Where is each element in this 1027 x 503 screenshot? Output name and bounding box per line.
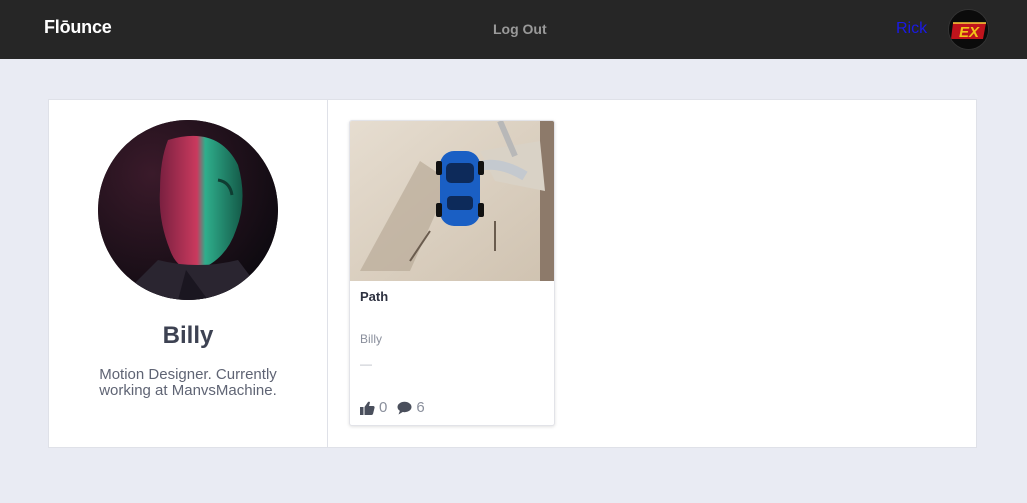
comment-icon bbox=[397, 401, 412, 414]
posts-panel: Path Billy — 0 6 bbox=[327, 99, 977, 448]
post-author[interactable]: Billy bbox=[360, 332, 382, 346]
profile-panel: Billy Motion Designer. Currently working… bbox=[48, 99, 328, 448]
brand-logo[interactable]: Flōunce bbox=[44, 17, 112, 38]
user-avatar[interactable]: EX bbox=[948, 9, 989, 50]
post-description: — bbox=[360, 357, 372, 371]
post-title[interactable]: Path bbox=[360, 289, 388, 304]
top-navbar: Flōunce Log Out Rick EX bbox=[0, 0, 1027, 59]
profile-photo bbox=[98, 120, 278, 300]
post-thumbnail[interactable] bbox=[350, 121, 554, 281]
username-link[interactable]: Rick bbox=[896, 20, 927, 38]
svg-text:EX: EX bbox=[959, 24, 980, 41]
thumbs-up-icon bbox=[360, 401, 375, 415]
comment-count: 6 bbox=[416, 399, 425, 416]
like-count: 0 bbox=[379, 399, 388, 416]
post-stats: 0 6 bbox=[360, 399, 435, 416]
profile-bio: Motion Designer. Currently working at Ma… bbox=[99, 366, 277, 399]
logout-link[interactable]: Log Out bbox=[493, 21, 547, 37]
comment-button[interactable]: 6 bbox=[397, 399, 425, 416]
profile-name: Billy bbox=[162, 322, 214, 349]
profile-portrait-icon bbox=[98, 120, 278, 300]
car-image-icon bbox=[350, 121, 554, 281]
post-card[interactable]: Path Billy — 0 6 bbox=[349, 120, 555, 426]
ex-logo-icon: EX bbox=[949, 10, 988, 49]
like-button[interactable]: 0 bbox=[360, 399, 387, 416]
